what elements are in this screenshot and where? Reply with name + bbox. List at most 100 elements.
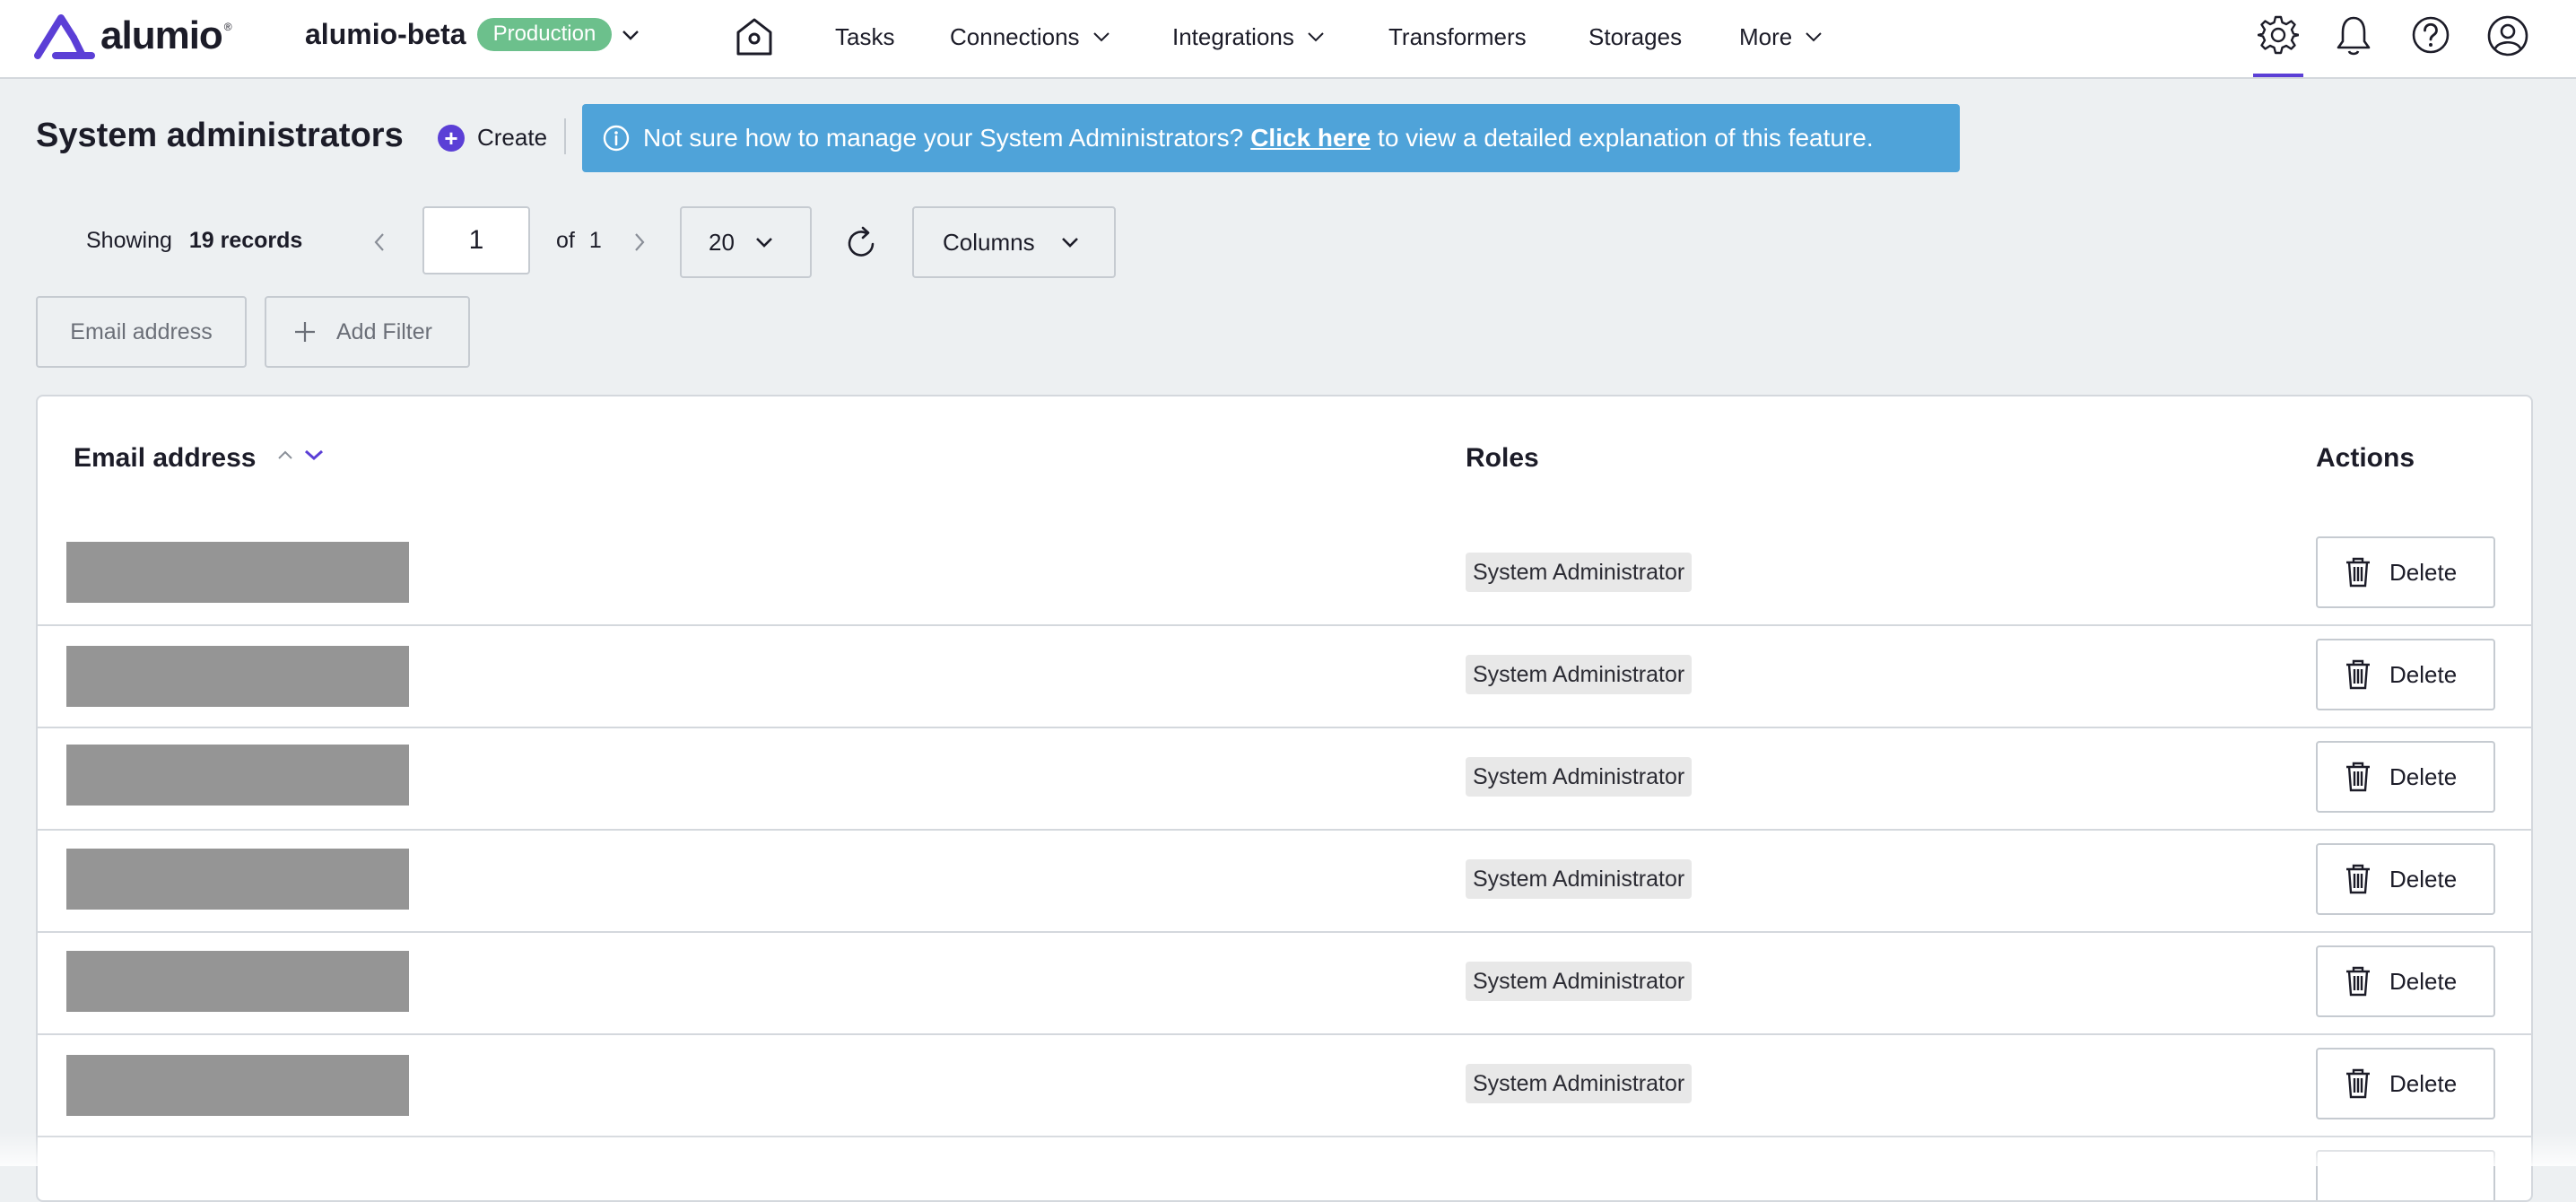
column-header-actions: Actions [2316, 443, 2415, 473]
help-icon[interactable] [2411, 14, 2450, 56]
trash-icon [2346, 557, 2370, 588]
settings-icon[interactable] [2258, 14, 2299, 56]
nav-transformers[interactable]: Transformers [1388, 0, 1527, 74]
table-row: System Administrator Delete [38, 933, 2531, 1035]
info-link[interactable]: Click here [1250, 124, 1371, 152]
trash-icon [2346, 966, 2370, 997]
delete-button[interactable] [2316, 1150, 2495, 1200]
role-badge: System Administrator [1466, 553, 1693, 592]
nav-transformers-label: Transformers [1388, 22, 1527, 50]
page-title: System administrators [36, 117, 404, 154]
delete-button[interactable]: Delete [2316, 741, 2495, 813]
role-badge: System Administrator [1466, 859, 1693, 899]
role-badge: System Administrator [1466, 962, 1693, 1001]
chevron-down-icon [622, 30, 640, 40]
delete-button[interactable]: Delete [2316, 1048, 2495, 1119]
of-label: of [556, 228, 575, 253]
sort-descending-icon[interactable] [303, 449, 325, 461]
nav-tasks[interactable]: Tasks [835, 0, 894, 74]
nav-integrations[interactable]: Integrations [1172, 0, 1325, 74]
role-badge: System Administrator [1466, 655, 1693, 694]
role-badge: System Administrator [1466, 1064, 1693, 1103]
info-icon [603, 125, 630, 152]
role-badge: System Administrator [1466, 757, 1693, 797]
add-filter-button[interactable]: Add Filter [265, 296, 470, 368]
plus-icon [295, 322, 315, 342]
table-row: System Administrator Delete [38, 1035, 2531, 1137]
info-banner: Not sure how to manage your System Admin… [582, 104, 1960, 172]
nav-storages[interactable]: Storages [1588, 0, 1682, 74]
environment-selector[interactable]: alumio-beta Production [305, 18, 640, 51]
redacted-email [66, 849, 409, 910]
table-row: System Administrator Delete [38, 728, 2531, 831]
redacted-email [66, 542, 409, 603]
columns-dropdown[interactable]: Columns [912, 206, 1116, 278]
table-row: System Administrator Delete [38, 831, 2531, 933]
bell-icon[interactable] [2336, 14, 2371, 57]
redacted-email [66, 1055, 409, 1116]
delete-label: Delete [2389, 762, 2458, 790]
top-navigation-bar: alumio ® alumio-beta Production Tasks Con… [0, 0, 2576, 79]
delete-label: Delete [2389, 558, 2458, 586]
delete-label: Delete [2389, 1069, 2458, 1097]
plus-circle-icon: + [438, 124, 465, 152]
redacted-email [66, 646, 409, 707]
records-count-value: 19 records [188, 228, 303, 253]
trash-icon [2346, 659, 2370, 690]
total-pages: 1 [588, 228, 602, 253]
active-tab-indicator [2253, 74, 2303, 77]
create-label: Create [477, 124, 548, 151]
chevron-down-icon [1092, 32, 1110, 42]
table-row [38, 1137, 2531, 1200]
delete-label: Delete [2389, 660, 2458, 688]
nav-more-label: More [1739, 22, 1793, 50]
user-icon[interactable] [2486, 14, 2529, 57]
previous-page-button[interactable] [373, 231, 386, 253]
trash-icon [2346, 1068, 2370, 1099]
redacted-email [66, 745, 409, 806]
page-number-input[interactable] [422, 206, 530, 274]
chevron-left-icon [374, 233, 384, 251]
delete-button[interactable]: Delete [2316, 639, 2495, 710]
records-count: Showing 19 records [86, 228, 302, 254]
alumio-logo[interactable]: alumio ® [34, 13, 232, 59]
per-page-value: 20 [709, 228, 735, 256]
environment-badge: Production [476, 18, 613, 51]
trash-icon [2346, 864, 2370, 894]
nav-connections-label: Connections [950, 22, 1080, 50]
chevron-right-icon [635, 233, 645, 251]
sort-controls[interactable] [276, 449, 325, 461]
nav-tasks-label: Tasks [835, 22, 895, 50]
refresh-icon[interactable] [843, 224, 879, 262]
info-text-before: Not sure how to manage your System Admin… [643, 124, 1244, 152]
nav-integrations-label: Integrations [1172, 22, 1294, 50]
logo-wordmark: alumio ® [100, 13, 232, 57]
nav-storages-label: Storages [1588, 22, 1683, 50]
column-header-email[interactable]: Email address [74, 443, 256, 474]
nav-more[interactable]: More [1739, 0, 1823, 74]
columns-label: Columns [943, 228, 1035, 256]
divider [564, 118, 566, 154]
sort-ascending-icon[interactable] [276, 449, 294, 461]
create-button[interactable]: + Create [438, 124, 547, 152]
per-page-select[interactable]: 20 [680, 206, 812, 278]
delete-button[interactable]: Delete [2316, 945, 2495, 1017]
column-header-roles: Roles [1466, 443, 1539, 473]
delete-label: Delete [2389, 967, 2458, 995]
nav-connections[interactable]: Connections [950, 0, 1110, 74]
email-address-filter[interactable]: Email address [36, 296, 247, 368]
page-total: of 1 [556, 228, 602, 254]
administrators-table: Email address Roles Actions System Admin… [36, 395, 2533, 1202]
environment-name: alumio-beta [305, 18, 466, 50]
chevron-down-icon [1806, 32, 1822, 42]
home-icon[interactable] [735, 16, 774, 57]
delete-button[interactable]: Delete [2316, 536, 2495, 608]
add-filter-label: Add Filter [336, 318, 432, 344]
table-row: System Administrator Delete [38, 524, 2531, 626]
delete-label: Delete [2389, 865, 2458, 893]
showing-label: Showing [86, 228, 172, 253]
next-page-button[interactable] [633, 231, 646, 253]
redacted-email [66, 951, 409, 1012]
trash-icon [2346, 762, 2370, 792]
delete-button[interactable]: Delete [2316, 843, 2495, 915]
